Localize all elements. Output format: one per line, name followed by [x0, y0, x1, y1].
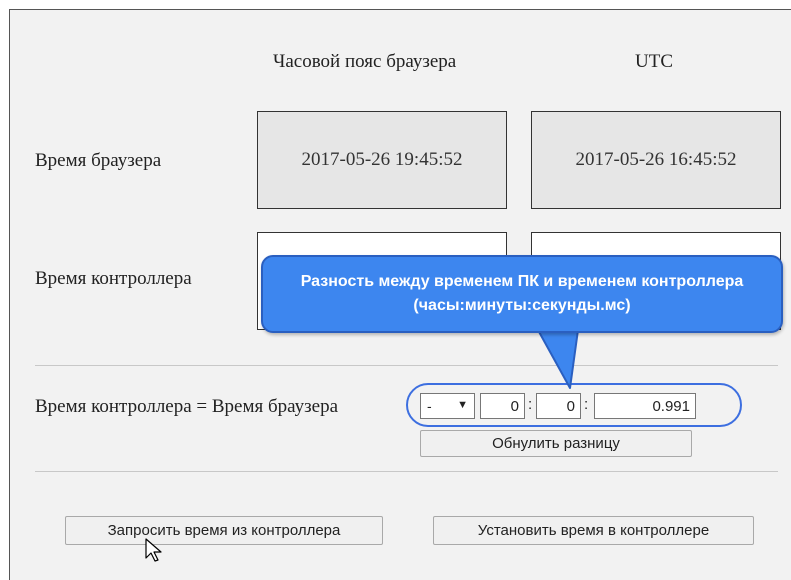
divider-bottom: [35, 471, 778, 472]
time-settings-panel: Часовой пояс браузера UTC Время браузера…: [9, 9, 791, 580]
browser-time-utc-field: 2017-05-26 16:45:52: [531, 111, 781, 209]
equation-label: Время контроллера = Время браузера: [35, 396, 339, 417]
set-time-button[interactable]: Установить время в контроллере: [433, 516, 754, 545]
mouse-pointer-icon: [145, 538, 162, 562]
reset-difference-button[interactable]: Обнулить разницу: [420, 430, 692, 457]
row-label-browser-time: Время браузера: [35, 150, 162, 171]
browser-time-local-field: 2017-05-26 19:45:52: [257, 111, 507, 209]
difference-callout: Разность между временем ПК и временем ко…: [261, 255, 783, 333]
callout-pointer: [537, 330, 579, 389]
request-time-button[interactable]: Запросить время из контроллера: [65, 516, 383, 545]
row-label-controller-time: Время контроллера: [35, 268, 192, 289]
column-header-utc: UTC: [635, 51, 673, 72]
divider-top: [35, 365, 778, 366]
column-header-browser-timezone: Часовой пояс браузера: [273, 51, 457, 72]
